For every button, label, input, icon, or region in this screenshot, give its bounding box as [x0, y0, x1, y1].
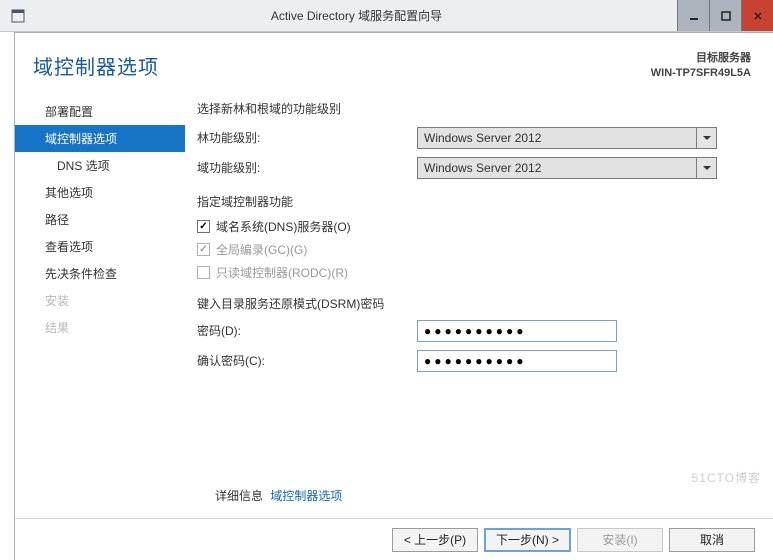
- chevron-down-icon[interactable]: [697, 127, 717, 149]
- nav-review[interactable]: 查看选项: [15, 233, 185, 260]
- titlebar: Active Directory 域服务配置向导: [0, 0, 773, 32]
- wizard-body: 部署配置 域控制器选项 DNS 选项 其他选项 路径 查看选项 先决条件检查 安…: [15, 92, 773, 452]
- wizard-header: 域控制器选项 目标服务器 WIN-TP7SFR49L5A: [15, 33, 773, 92]
- forest-level-value: Windows Server 2012: [417, 127, 697, 149]
- functional-level-heading: 选择新林和根域的功能级别: [197, 100, 745, 117]
- more-info-link[interactable]: 域控制器选项: [270, 489, 342, 503]
- target-server-block: 目标服务器 WIN-TP7SFR49L5A: [651, 51, 751, 82]
- capabilities-heading: 指定域控制器功能: [197, 193, 745, 210]
- nav-other-options[interactable]: 其他选项: [15, 179, 185, 206]
- target-server-value: WIN-TP7SFR49L5A: [651, 66, 751, 81]
- maximize-button[interactable]: [709, 0, 741, 31]
- next-button[interactable]: 下一步(N) >: [484, 528, 571, 552]
- minimize-button[interactable]: [677, 0, 709, 31]
- nav-prereq[interactable]: 先决条件检查: [15, 260, 185, 287]
- gc-checkbox-row: 全局编录(GC)(G): [197, 241, 745, 258]
- dns-checkbox-label: 域名系统(DNS)服务器(O): [216, 218, 351, 235]
- cancel-button[interactable]: 取消: [669, 528, 755, 552]
- domain-level-select[interactable]: Windows Server 2012: [417, 157, 717, 179]
- page-title: 域控制器选项: [33, 51, 651, 80]
- gc-checkbox-label: 全局编录(GC)(G): [216, 241, 307, 258]
- nav-dc-options[interactable]: 域控制器选项: [15, 125, 185, 152]
- confirm-password-input[interactable]: [417, 350, 617, 372]
- previous-button[interactable]: < 上一步(P): [392, 528, 478, 552]
- password-input[interactable]: [417, 320, 617, 342]
- more-info-text: 详细信息: [215, 489, 263, 503]
- forest-level-select[interactable]: Windows Server 2012: [417, 127, 717, 149]
- nav-paths[interactable]: 路径: [15, 206, 185, 233]
- forest-level-label: 林功能级别:: [197, 129, 417, 146]
- target-server-label: 目标服务器: [651, 51, 751, 66]
- domain-level-label: 域功能级别:: [197, 159, 417, 176]
- dns-checkbox[interactable]: [197, 220, 210, 233]
- wizard-footer: < 上一步(P) 下一步(N) > 安装(I) 取消: [15, 518, 773, 560]
- window-controls: [677, 0, 773, 31]
- wizard-content: 选择新林和根域的功能级别 林功能级别: Windows Server 2012 …: [185, 92, 773, 452]
- more-info-row: 详细信息 域控制器选项: [215, 487, 342, 504]
- confirm-password-label: 确认密码(C):: [197, 352, 417, 369]
- domain-level-value: Windows Server 2012: [417, 157, 697, 179]
- nav-install: 安装: [15, 287, 185, 314]
- gc-checkbox: [197, 243, 210, 256]
- window-title: Active Directory 域服务配置向导: [36, 7, 677, 24]
- nav-dns-options[interactable]: DNS 选项: [15, 152, 185, 179]
- wizard-frame: 域控制器选项 目标服务器 WIN-TP7SFR49L5A 部署配置 域控制器选项…: [14, 32, 773, 560]
- wizard-nav: 部署配置 域控制器选项 DNS 选项 其他选项 路径 查看选项 先决条件检查 安…: [15, 92, 185, 452]
- install-button: 安装(I): [577, 528, 663, 552]
- chevron-down-icon[interactable]: [697, 157, 717, 179]
- nav-result: 结果: [15, 314, 185, 341]
- nav-deploy[interactable]: 部署配置: [15, 98, 185, 125]
- rodc-checkbox-label: 只读域控制器(RODC)(R): [216, 264, 348, 281]
- app-icon: [6, 4, 30, 28]
- rodc-checkbox-row: 只读域控制器(RODC)(R): [197, 264, 745, 281]
- rodc-checkbox: [197, 266, 210, 279]
- password-label: 密码(D):: [197, 322, 417, 339]
- close-button[interactable]: [741, 0, 773, 31]
- dsrm-heading: 键入目录服务还原模式(DSRM)密码: [197, 295, 745, 312]
- dns-checkbox-row[interactable]: 域名系统(DNS)服务器(O): [197, 218, 745, 235]
- watermark: 51CTO博客: [692, 469, 761, 486]
